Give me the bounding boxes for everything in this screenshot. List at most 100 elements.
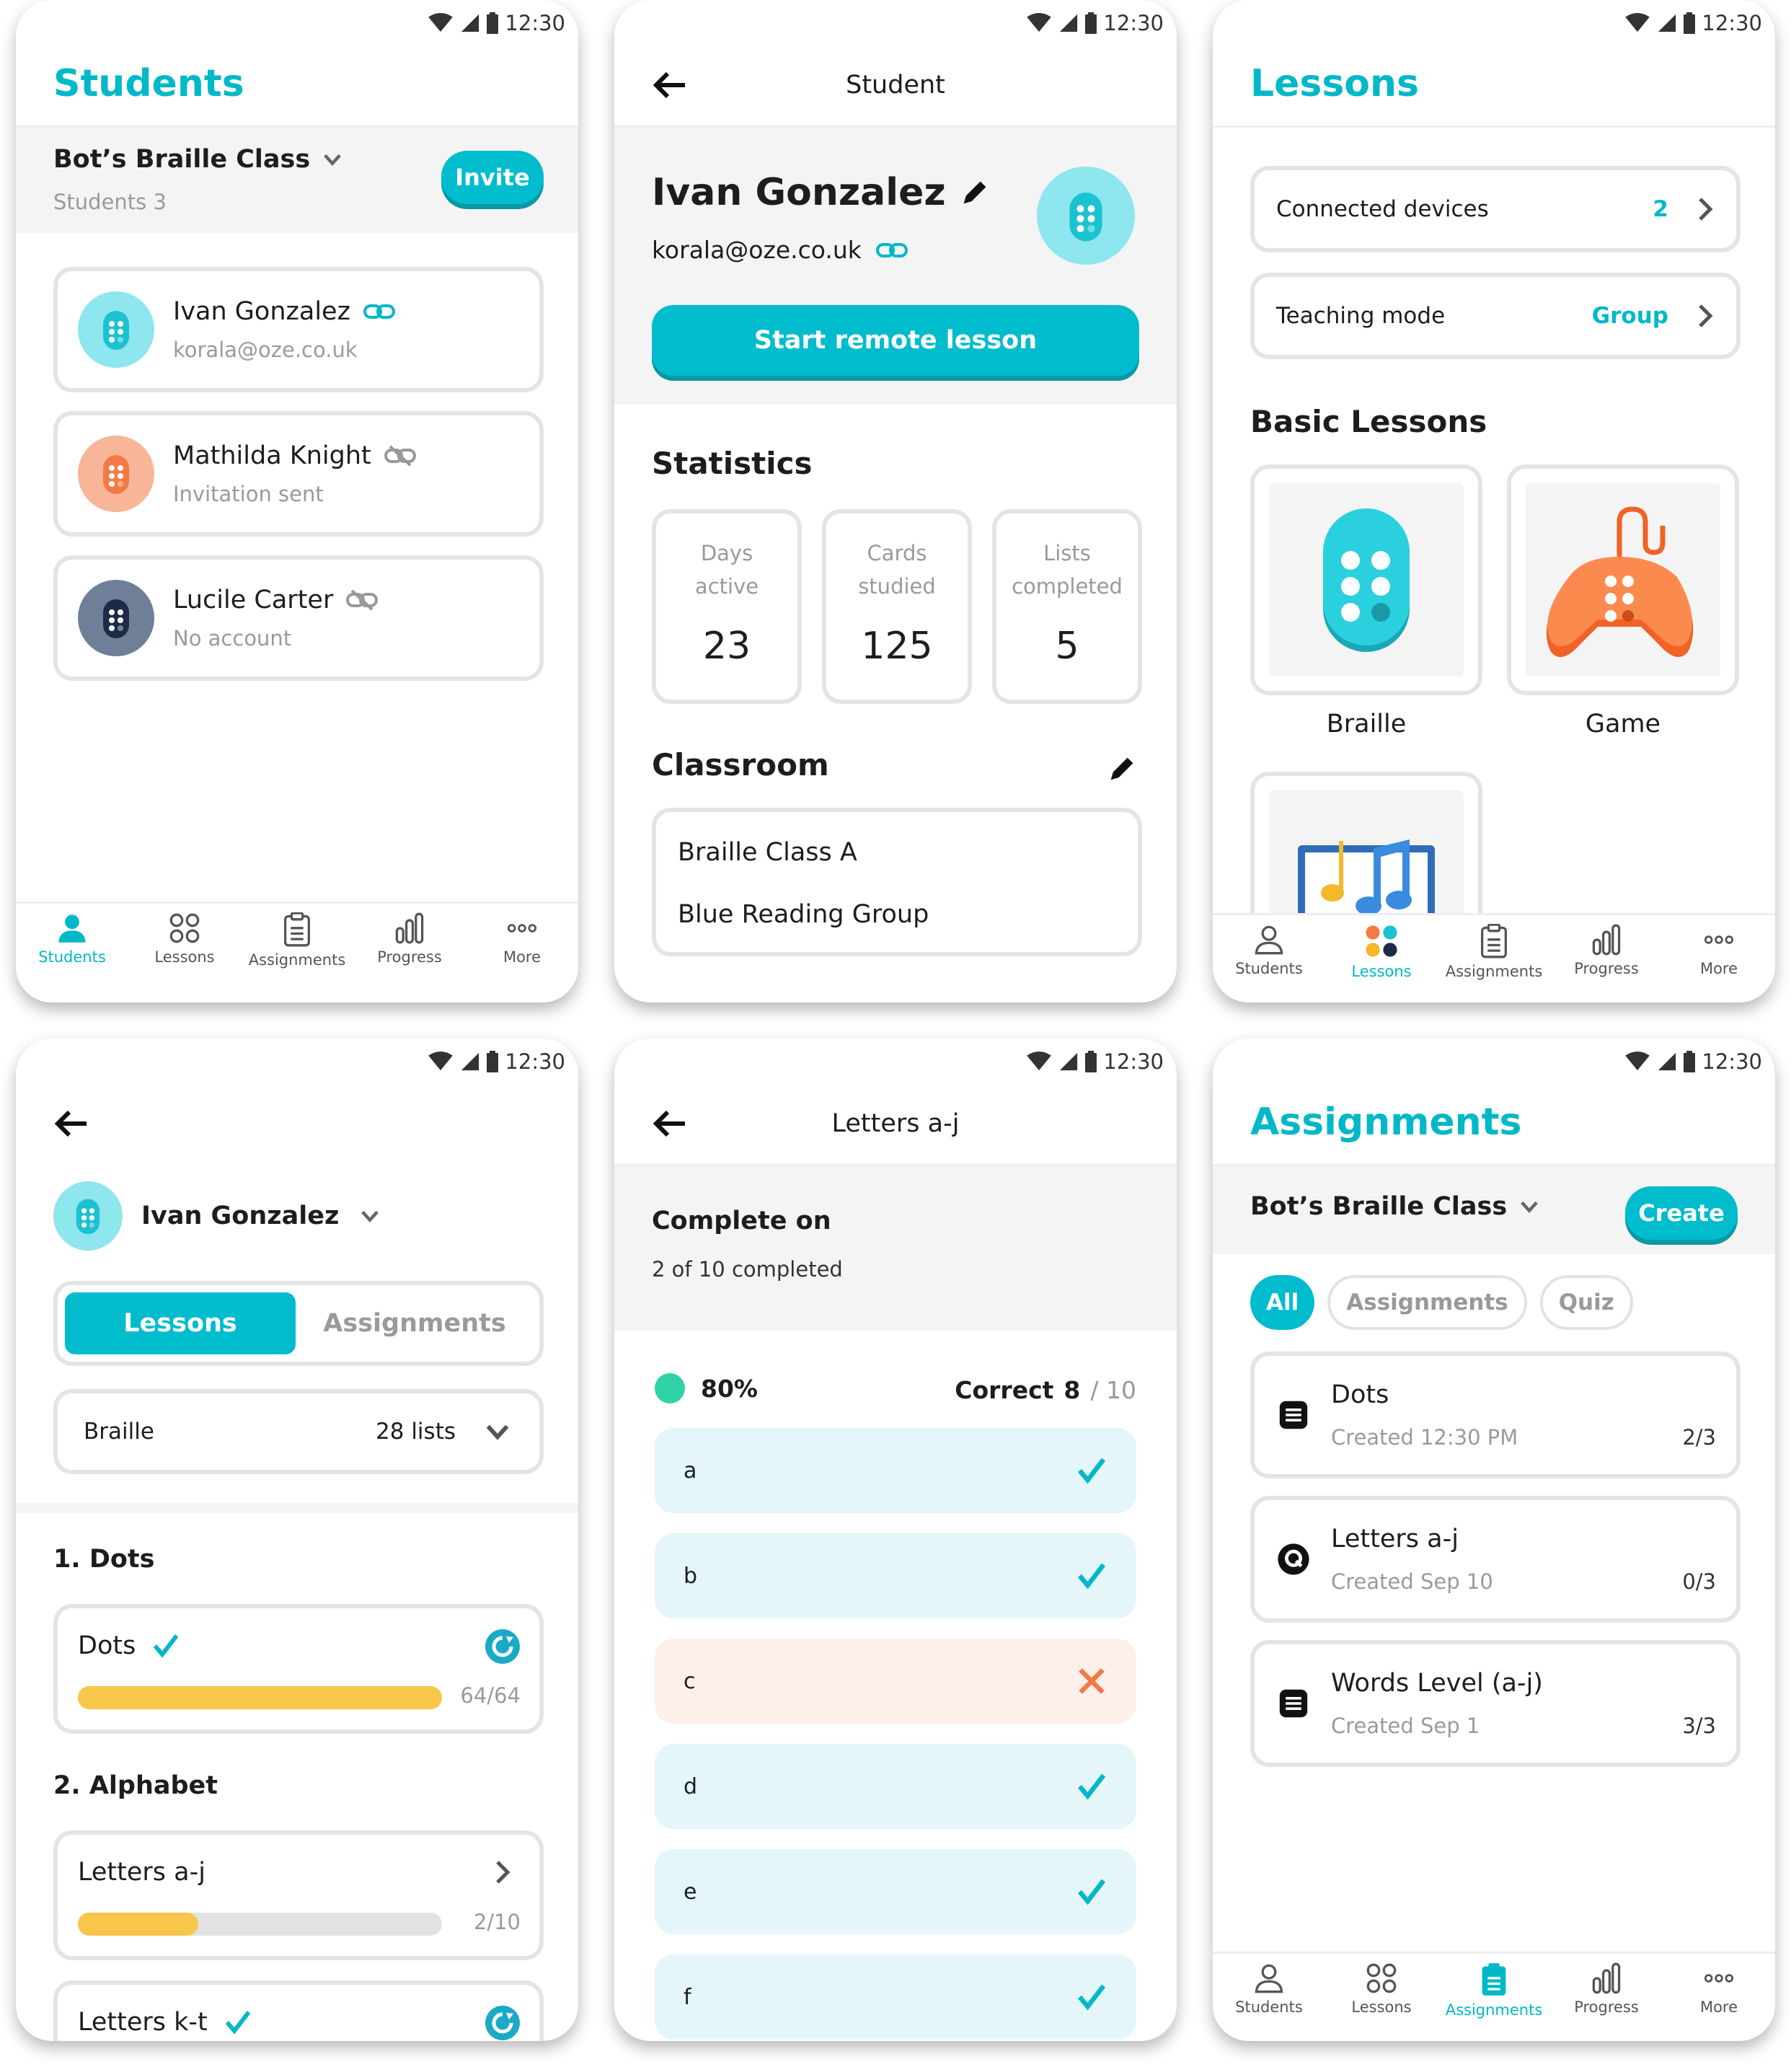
filter-assignments[interactable]: Assignments (1327, 1275, 1527, 1330)
lesson-item-letters-kt[interactable]: Letters k-t (53, 1980, 544, 2041)
check-icon (1076, 1771, 1107, 1802)
start-remote-lesson-button[interactable]: Start remote lesson (652, 305, 1139, 376)
grid-icon (1366, 925, 1397, 957)
nav-more[interactable]: More (1665, 924, 1773, 1002)
nav-assignments[interactable]: Assignments (1440, 924, 1548, 1002)
answer-row: e (655, 1849, 1136, 1934)
nav-label: Progress (377, 948, 442, 966)
nav-label: Assignments (1445, 2001, 1543, 2019)
tab-lessons[interactable]: Lessons (65, 1292, 296, 1354)
lesson-item-dots[interactable]: Dots 64/64 (53, 1604, 544, 1734)
answer-letter: d (684, 1773, 698, 1799)
classroom-item[interactable]: Braille Class A (678, 838, 857, 867)
answer-letter: c (684, 1668, 696, 1694)
create-button[interactable]: Create (1625, 1186, 1738, 1240)
correct-total: / 10 (1090, 1376, 1136, 1404)
student-selector[interactable]: Ivan Gonzalez (53, 1181, 382, 1251)
unlinked-icon (384, 445, 416, 467)
nav-more[interactable]: More (468, 912, 576, 1002)
nav-students[interactable]: Students (1215, 1962, 1323, 2041)
student-sub: Invitation sent (173, 482, 324, 506)
wifi-icon (1624, 13, 1651, 33)
grid-icon (169, 912, 200, 944)
wifi-icon (1025, 1052, 1053, 1072)
row-value: 2 (1653, 196, 1668, 222)
assignment-card[interactable]: Dots Created 12:30 PM 2/3 (1250, 1352, 1741, 1478)
check-icon (1076, 1981, 1107, 2013)
battery-icon (1683, 12, 1696, 34)
student-card-ivan[interactable]: Ivan Gonzalez korala@oze.co.uk (53, 267, 544, 392)
row-value: Group (1591, 303, 1668, 329)
nav-progress[interactable]: Progress (1552, 924, 1660, 1002)
invite-button[interactable]: Invite (441, 151, 544, 204)
redo-icon[interactable] (485, 1628, 521, 1665)
student-card-mathilda[interactable]: Mathilda Knight Invitation sent (53, 411, 544, 537)
wifi-icon (427, 13, 454, 33)
nav-lessons[interactable]: Lessons (1327, 924, 1436, 1002)
assignment-count: 3/3 (1682, 1714, 1716, 1738)
user-icon (1253, 924, 1285, 956)
lesson-tile-game[interactable] (1507, 464, 1739, 695)
tile-label: Game (1585, 710, 1661, 739)
student-sub: No account (173, 626, 292, 651)
check-icon (151, 1631, 180, 1660)
braille-device-icon (102, 452, 131, 495)
stat-label: Days (700, 541, 753, 565)
correct-value: 8 (1063, 1376, 1081, 1404)
class-name: Bot’s Braille Class (53, 145, 311, 174)
nav-lessons[interactable]: Lessons (131, 912, 239, 1002)
battery-icon (1683, 1051, 1696, 1072)
avatar (1037, 167, 1135, 265)
edit-pencil-icon[interactable] (1106, 753, 1138, 785)
row-label: Teaching mode (1276, 303, 1446, 329)
signal-icon (1058, 13, 1079, 33)
nav-progress[interactable]: Progress (1552, 1962, 1660, 2041)
stat-card: Cards studied 125 (822, 509, 972, 704)
status-bar: 12:30 (427, 7, 565, 39)
redo-icon[interactable] (485, 2005, 521, 2041)
student-card-lucile[interactable]: Lucile Carter No account (53, 555, 544, 681)
class-header: Bot’s Braille Class Create (1213, 1166, 1775, 1254)
nav-label: Students (1235, 960, 1303, 977)
lesson-tile-braille[interactable] (1250, 464, 1482, 695)
lesson-item-letters-aj[interactable]: Letters a-j 2/10 (53, 1830, 544, 1960)
nav-assignments[interactable]: Assignments (243, 912, 351, 1002)
nav-students[interactable]: Students (1215, 924, 1323, 1002)
more-icon (506, 912, 538, 944)
nav-label: Lessons (1351, 1998, 1412, 2016)
status-bar: 12:30 (1624, 7, 1762, 39)
signal-icon (1657, 13, 1677, 33)
tab-assignments[interactable]: Assignments (296, 1292, 534, 1354)
edit-pencil-icon[interactable] (959, 177, 991, 208)
teaching-mode-row[interactable]: Teaching mode Group (1250, 273, 1741, 359)
assignment-card[interactable]: Words Level (a-j) Created Sep 1 3/3 (1250, 1640, 1741, 1767)
status-time: 12:30 (505, 1049, 565, 1074)
back-arrow-icon[interactable] (53, 1109, 89, 1138)
grid-icon (1366, 1962, 1397, 1994)
score-percent: 80% (701, 1374, 758, 1403)
stat-value: 125 (861, 625, 933, 668)
nav-students[interactable]: Students (18, 912, 126, 1002)
chevron-down-icon (358, 1204, 382, 1228)
nav-assignments[interactable]: Assignments (1440, 1962, 1548, 2041)
cross-icon (1076, 1665, 1107, 1697)
filter-all[interactable]: All (1250, 1275, 1315, 1330)
class-selector[interactable]: Bot’s Braille Class (53, 145, 345, 174)
profile-panel: Ivan Gonzalez korala@oze.co.uk Start rem… (614, 128, 1177, 405)
student-sub: korala@oze.co.uk (173, 338, 358, 362)
nav-more[interactable]: More (1665, 1962, 1773, 2041)
class-selector[interactable]: Bot’s Braille Class (1250, 1192, 1542, 1221)
lesson-select[interactable]: Braille 28 lists (53, 1389, 544, 1474)
clipboard-icon (1478, 924, 1510, 958)
connected-devices-row[interactable]: Connected devices 2 (1250, 166, 1741, 252)
nav-progress[interactable]: Progress (355, 912, 464, 1002)
assignment-card[interactable]: Letters a-j Created Sep 10 0/3 (1250, 1496, 1741, 1623)
stat-value: 5 (1055, 625, 1079, 668)
item-name: Letters a-j (78, 1858, 205, 1887)
status-time: 12:30 (1103, 11, 1164, 35)
filter-quiz[interactable]: Quiz (1539, 1275, 1633, 1330)
nav-lessons[interactable]: Lessons (1327, 1962, 1436, 2041)
avatar (78, 291, 154, 368)
signal-icon (1058, 1052, 1079, 1072)
classroom-item[interactable]: Blue Reading Group (678, 900, 929, 929)
